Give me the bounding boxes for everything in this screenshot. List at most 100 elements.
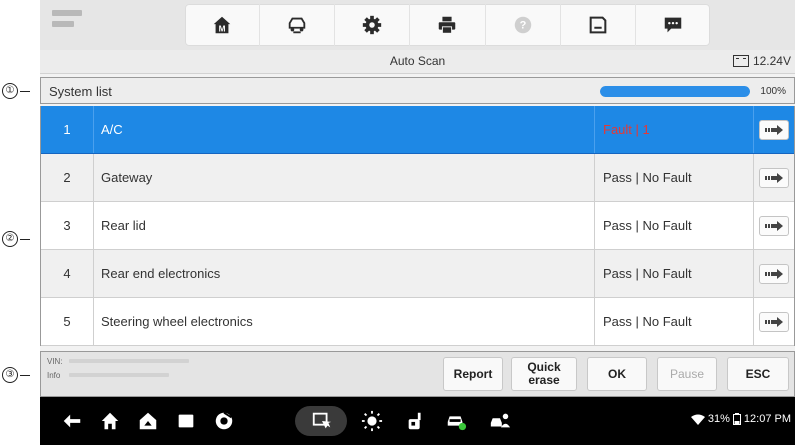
recent-apps-button[interactable] <box>174 409 198 433</box>
settings-icon <box>363 15 382 35</box>
callout-3: ③ <box>2 367 40 383</box>
scan-progress-bar <box>600 86 750 97</box>
autel-home-icon <box>139 412 157 430</box>
scan-progress-text: 100% <box>760 86 786 97</box>
esc-button[interactable]: ESC <box>727 357 789 391</box>
system-table: 1 A/C Fault | 1 2 Gateway Pass | No Faul… <box>40 106 795 346</box>
row-detail-button[interactable] <box>759 215 789 236</box>
row-number: 1 <box>41 106 94 153</box>
callout-line <box>20 90 30 92</box>
table-row[interactable]: 1 A/C Fault | 1 <box>41 106 794 154</box>
vci-icon <box>312 412 332 429</box>
remote-expert-icon <box>490 413 511 428</box>
callout-number: ① <box>2 83 18 99</box>
row-detail-button[interactable] <box>759 263 789 284</box>
system-list-label: System list <box>49 84 112 99</box>
row-detail-button[interactable] <box>759 167 789 188</box>
arrow-right-icon <box>765 220 783 231</box>
wifi-icon <box>690 414 705 425</box>
toolbar-icon-group: M ? <box>185 4 710 46</box>
table-row[interactable]: 4 Rear end electronics Pass | No Fault <box>41 250 794 298</box>
callout-1: ① <box>2 83 40 99</box>
home-nav-button[interactable] <box>98 409 122 433</box>
vehicle-brand-logo <box>52 10 90 38</box>
info-value-redacted <box>69 373 169 377</box>
clock: 12:07 PM <box>743 413 791 425</box>
svg-text:M: M <box>219 24 226 33</box>
arrow-right-icon <box>765 268 783 279</box>
message-icon <box>664 17 682 33</box>
table-row[interactable]: 3 Rear lid Pass | No Fault <box>41 202 794 250</box>
back-button[interactable] <box>60 409 84 433</box>
system-name: Steering wheel electronics <box>101 314 253 329</box>
vin-label: VIN: <box>47 357 63 366</box>
vehicle-swap-icon <box>288 17 306 34</box>
brightness-icon <box>361 410 383 432</box>
scan-progress-fill <box>600 86 750 97</box>
device-screen: M ? Auto Scan 12.24V System list 100% 1 … <box>40 0 795 445</box>
page-title: Auto Scan <box>389 54 446 68</box>
car-check-icon <box>447 416 467 431</box>
vin-value-redacted <box>69 359 189 363</box>
system-status: Pass | No Fault <box>594 298 763 345</box>
vci-manager-icon <box>408 412 421 430</box>
row-number: 5 <box>41 298 94 345</box>
row-detail-button[interactable] <box>759 119 789 140</box>
arrow-right-icon <box>765 172 783 183</box>
home-outline-icon <box>101 412 119 430</box>
table-row[interactable]: 2 Gateway Pass | No Fault <box>41 154 794 202</box>
system-list-header: System list 100% <box>40 77 795 104</box>
top-toolbar: M ? <box>40 0 795 50</box>
remote-expert-button[interactable] <box>488 409 512 433</box>
settings-button[interactable] <box>335 4 411 46</box>
autel-home-button[interactable] <box>136 409 160 433</box>
vci-manager-button[interactable] <box>404 409 428 433</box>
battery-percent: 31% <box>707 413 730 425</box>
help-button[interactable]: ? <box>486 4 561 46</box>
ok-button[interactable]: OK <box>587 357 647 391</box>
system-status: Pass | No Fault <box>594 250 763 297</box>
browser-button[interactable] <box>212 409 236 433</box>
save-button[interactable] <box>561 4 636 46</box>
info-label: Info <box>47 371 61 380</box>
help-icon: ? <box>514 16 531 34</box>
system-status: Pass | No Fault <box>594 202 763 249</box>
battery-status-icon <box>732 413 741 425</box>
recent-apps-icon <box>178 414 194 428</box>
home-icon: M <box>213 16 231 33</box>
home-button[interactable]: M <box>185 4 261 46</box>
voltage-indicator: 12.24V <box>732 54 791 68</box>
vehicle-swap-button[interactable] <box>260 4 336 46</box>
quick-erase-label-line2: erase <box>528 373 560 387</box>
system-status: Pass | No Fault <box>594 154 763 201</box>
system-name: Rear lid <box>101 218 146 233</box>
arrow-right-icon <box>765 124 783 135</box>
row-number: 3 <box>41 202 94 249</box>
message-button[interactable] <box>636 4 710 46</box>
callout-number: ③ <box>2 367 18 383</box>
callout-line <box>20 238 30 240</box>
row-number: 2 <box>41 154 94 201</box>
battery-icon <box>732 55 749 67</box>
system-status: Fault | 1 <box>594 106 763 153</box>
function-bar: VIN: Info Report Quick erase OK Pause ES… <box>40 351 795 397</box>
vehicle-status-button[interactable] <box>444 409 468 433</box>
browser-icon <box>215 411 233 430</box>
report-button[interactable]: Report <box>443 357 503 391</box>
row-number: 4 <box>41 250 94 297</box>
pause-button[interactable]: Pause <box>657 357 717 391</box>
quick-erase-button[interactable]: Quick erase <box>511 357 577 391</box>
system-status-area: 31% 12:07 PM <box>690 413 791 425</box>
android-nav-bar: 31% 12:07 PM <box>40 397 795 445</box>
voltage-value: 12.24V <box>752 54 791 68</box>
print-button[interactable] <box>410 4 486 46</box>
row-detail-button[interactable] <box>759 311 789 332</box>
save-icon <box>589 16 607 34</box>
brightness-button[interactable] <box>360 409 384 433</box>
back-icon <box>63 414 81 428</box>
print-icon <box>439 16 456 34</box>
table-row[interactable]: 5 Steering wheel electronics Pass | No F… <box>41 298 794 346</box>
vci-button[interactable] <box>310 409 334 433</box>
title-bar: Auto Scan 12.24V <box>40 50 795 74</box>
system-name: Gateway <box>101 170 153 185</box>
